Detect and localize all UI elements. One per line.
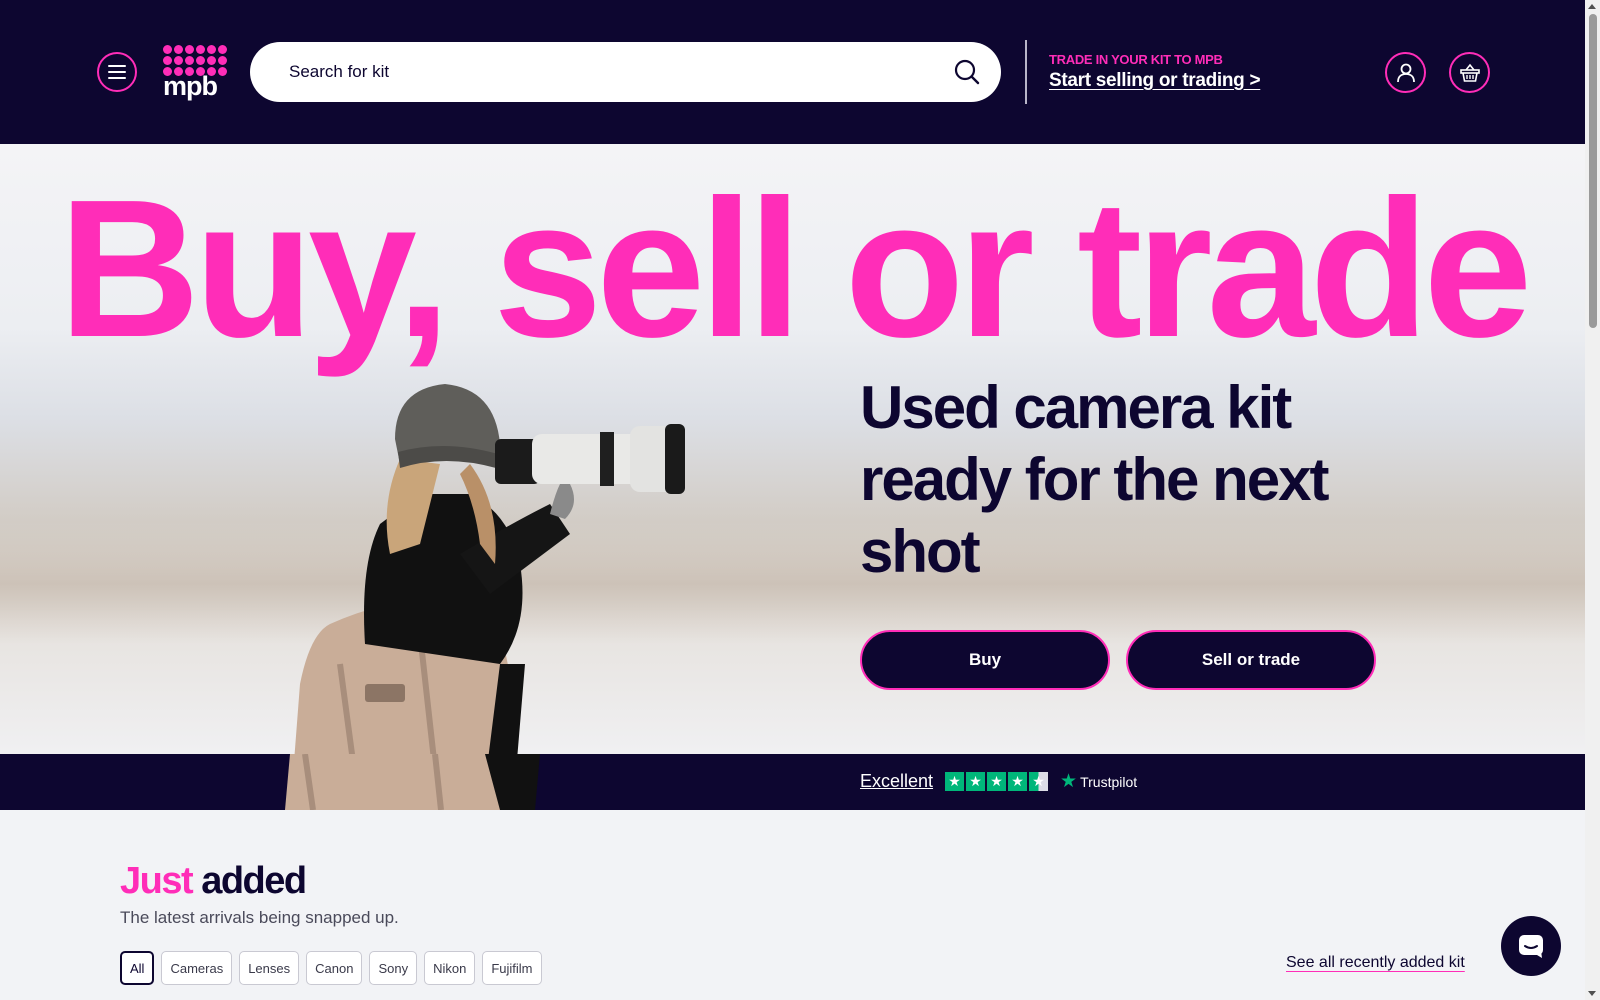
hero-subtitle: Used camera kit ready for the next shot	[860, 374, 1329, 585]
basket-button[interactable]	[1449, 52, 1490, 93]
just-added-title: Just added	[120, 860, 307, 903]
hero-banner: Buy, sell or trade Used camera kit ready…	[0, 144, 1585, 754]
backpack-overlap-image	[285, 754, 540, 810]
chat-button[interactable]	[1501, 916, 1561, 976]
page-scrollbar[interactable]	[1585, 0, 1600, 1000]
hero-title: Buy, sell or trade	[58, 159, 1533, 378]
filter-sony[interactable]: Sony	[369, 951, 418, 985]
star-icon: ★	[1008, 772, 1028, 791]
menu-icon-line	[108, 65, 126, 67]
basket-icon	[1459, 63, 1480, 82]
header-divider	[1025, 40, 1027, 104]
menu-button[interactable]	[97, 52, 137, 92]
star-icon: ★	[987, 772, 1007, 791]
just-added-highlight: Just	[120, 860, 194, 902]
account-icon	[1396, 63, 1415, 82]
filter-chips: All Cameras Lenses Canon Sony Nikon Fuji…	[120, 951, 542, 985]
filter-canon[interactable]: Canon	[306, 951, 363, 985]
trustpilot-stars: ★ ★ ★ ★ ★	[945, 772, 1049, 791]
filter-nikon[interactable]: Nikon	[424, 951, 476, 985]
trustpilot-rating-text[interactable]: Excellent	[860, 771, 933, 792]
scrollbar-thumb[interactable]	[1589, 14, 1597, 328]
trustpilot-widget[interactable]: Excellent ★ ★ ★ ★ ★ ★ Trustpilot	[860, 770, 1137, 793]
filter-all[interactable]: All	[120, 951, 155, 985]
search-input[interactable]	[289, 62, 953, 82]
mpb-logo[interactable]: mpb	[163, 45, 233, 101]
buy-button[interactable]: Buy	[860, 630, 1110, 690]
scroll-up-arrow-icon[interactable]	[1588, 4, 1596, 9]
trustpilot-logo: ★ Trustpilot	[1060, 770, 1137, 793]
menu-icon-line	[108, 77, 126, 79]
trustpilot-band: Excellent ★ ★ ★ ★ ★ ★ Trustpilot	[0, 754, 1585, 810]
chat-icon	[1519, 935, 1543, 958]
filter-cameras[interactable]: Cameras	[161, 951, 233, 985]
site-header: mpb TRADE IN YOUR KIT TO MPB Start selli…	[0, 0, 1585, 144]
search-bar[interactable]	[250, 42, 1001, 102]
search-icon[interactable]	[953, 58, 981, 86]
logo-text: mpb	[163, 71, 218, 101]
trustpilot-brand: Trustpilot	[1080, 773, 1138, 790]
account-button[interactable]	[1385, 52, 1426, 93]
see-all-recently-added-link[interactable]: See all recently added kit	[1286, 954, 1465, 972]
just-added-subtitle: The latest arrivals being snapped up.	[120, 908, 399, 927]
trade-eyebrow: TRADE IN YOUR KIT TO MPB	[1049, 52, 1223, 67]
menu-icon-line	[108, 71, 126, 73]
star-icon: ★	[966, 772, 986, 791]
sell-or-trade-button[interactable]: Sell or trade	[1126, 630, 1376, 690]
filter-lenses[interactable]: Lenses	[239, 951, 300, 985]
just-added-title-rest: added	[201, 860, 307, 902]
filter-fujifilm[interactable]: Fujifilm	[482, 951, 542, 985]
trustpilot-star-icon: ★	[1060, 771, 1078, 792]
photographer-image	[294, 384, 685, 754]
half-star-icon: ★	[1029, 772, 1049, 791]
scroll-down-arrow-icon[interactable]	[1588, 991, 1596, 996]
star-icon: ★	[945, 772, 965, 791]
start-selling-link[interactable]: Start selling or trading >	[1049, 70, 1261, 92]
